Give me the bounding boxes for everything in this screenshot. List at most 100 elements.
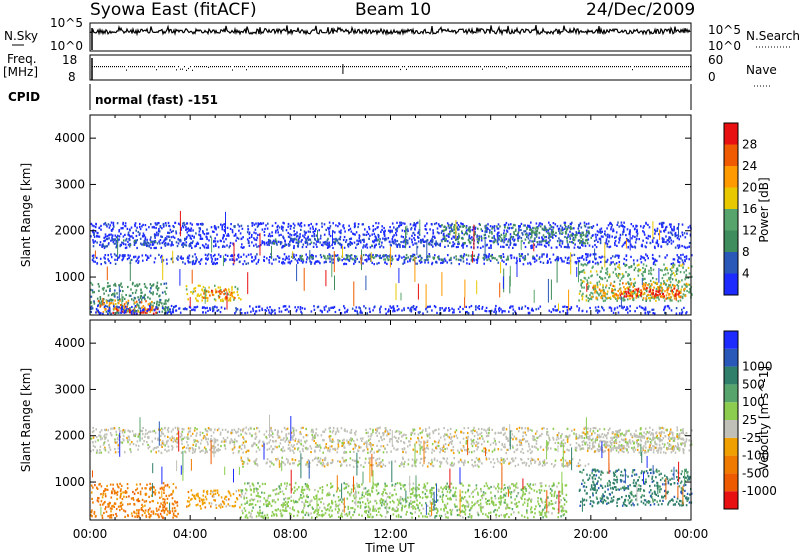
freq-dot	[640, 66, 641, 68]
freq-dot	[518, 66, 519, 68]
scatter-streak	[162, 256, 164, 280]
scatter-cell	[190, 241, 192, 244]
scatter-cell	[580, 279, 582, 282]
scatter-cell	[183, 224, 186, 227]
scatter-cell	[316, 306, 319, 309]
scatter-cell	[329, 255, 331, 258]
scatter-streak	[586, 283, 588, 292]
scatter-cell	[587, 300, 590, 303]
scatter-cell	[452, 228, 455, 231]
scatter-cell	[673, 287, 676, 290]
scatter-cell	[409, 257, 412, 260]
scatter-cell	[618, 239, 621, 242]
scatter-cell	[528, 312, 530, 315]
scatter-cell	[90, 222, 93, 225]
scatter-cell	[642, 278, 645, 281]
scatter-cell	[573, 246, 576, 249]
scatter-cell	[116, 305, 118, 308]
scatter-cell	[599, 237, 602, 240]
scatter-cell	[254, 255, 257, 258]
scatter-cell	[108, 233, 111, 236]
scatter-cell	[590, 275, 592, 278]
scatter-cell	[558, 243, 561, 247]
scatter-cell	[450, 256, 452, 259]
scatter-cell	[274, 238, 277, 241]
scatter-cell	[373, 256, 376, 259]
freq-dot	[308, 66, 309, 68]
scatter-streak	[464, 279, 466, 298]
scatter-cell	[483, 237, 486, 240]
scatter-cell	[137, 310, 140, 313]
scatter-cell	[647, 293, 650, 296]
scatter-cell	[143, 295, 146, 298]
scatter-cell	[416, 222, 418, 225]
scatter-cell	[404, 222, 406, 225]
scatter-cell	[456, 221, 458, 224]
scatter-cell	[518, 225, 520, 228]
freq-dot	[192, 69, 193, 71]
scatter-cell	[567, 226, 569, 229]
scatter-cell	[674, 274, 676, 277]
scatter-cell	[207, 309, 209, 312]
scatter-cell	[688, 245, 690, 248]
scatter-cell	[268, 311, 271, 314]
scatter-streak	[556, 259, 558, 283]
scatter-cell	[468, 306, 471, 309]
scatter-cell	[109, 261, 112, 265]
scatter-cell	[582, 233, 585, 237]
scatter-cell	[476, 261, 478, 264]
scatter-cell	[470, 259, 473, 262]
scatter-cell	[197, 300, 199, 303]
scatter-cell	[398, 254, 400, 257]
scatter-cell	[140, 242, 142, 245]
scatter-cell	[584, 277, 587, 280]
scatter-cell	[213, 245, 215, 248]
scatter-cell	[384, 261, 387, 264]
scatter-cell	[517, 239, 519, 242]
scatter-cell	[114, 262, 117, 265]
freq-dot	[306, 66, 307, 68]
scatter-cell	[195, 232, 197, 235]
scatter-cell	[620, 277, 623, 280]
scatter-cell	[269, 235, 272, 238]
freq-dot	[216, 66, 217, 68]
scatter-cell	[406, 241, 409, 245]
freq-dot	[202, 66, 203, 68]
scatter-cell	[561, 231, 564, 234]
scatter-cell	[268, 259, 270, 262]
scatter-cell	[612, 284, 614, 288]
scatter-streak	[353, 281, 355, 307]
scatter-cell	[294, 258, 297, 261]
scatter-cell	[166, 235, 168, 238]
scatter-cell	[527, 253, 529, 256]
scatter-cell	[195, 297, 197, 300]
scatter-cell	[439, 225, 442, 228]
scatter-cell	[120, 227, 122, 230]
scatter-cell	[354, 260, 357, 263]
scatter-cell	[564, 305, 566, 308]
scatter-cell	[617, 256, 620, 259]
scatter-cell	[432, 235, 434, 238]
scatter-cell	[511, 444, 514, 447]
scatter-cell	[645, 297, 647, 300]
scatter-cell	[431, 223, 433, 226]
scatter-cell	[149, 254, 152, 257]
scatter-cell	[420, 260, 423, 264]
scatter-cell	[301, 246, 304, 249]
scatter-cell	[231, 231, 234, 234]
scatter-cell	[405, 256, 407, 259]
scatter-cell	[113, 292, 116, 295]
scatter-streak	[331, 255, 333, 278]
scatter-cell	[328, 243, 330, 246]
scatter-cell	[133, 255, 135, 258]
scatter-cell	[663, 263, 665, 266]
scatter-cell	[372, 228, 375, 231]
scatter-cell	[549, 239, 551, 242]
scatter-cell	[122, 242, 125, 245]
freq-dot	[410, 66, 411, 68]
scatter-cell	[425, 308, 427, 311]
scatter-cell	[131, 305, 133, 309]
scatter-cell	[434, 254, 436, 257]
scatter-cell	[367, 256, 370, 259]
scatter-cell	[488, 253, 490, 256]
